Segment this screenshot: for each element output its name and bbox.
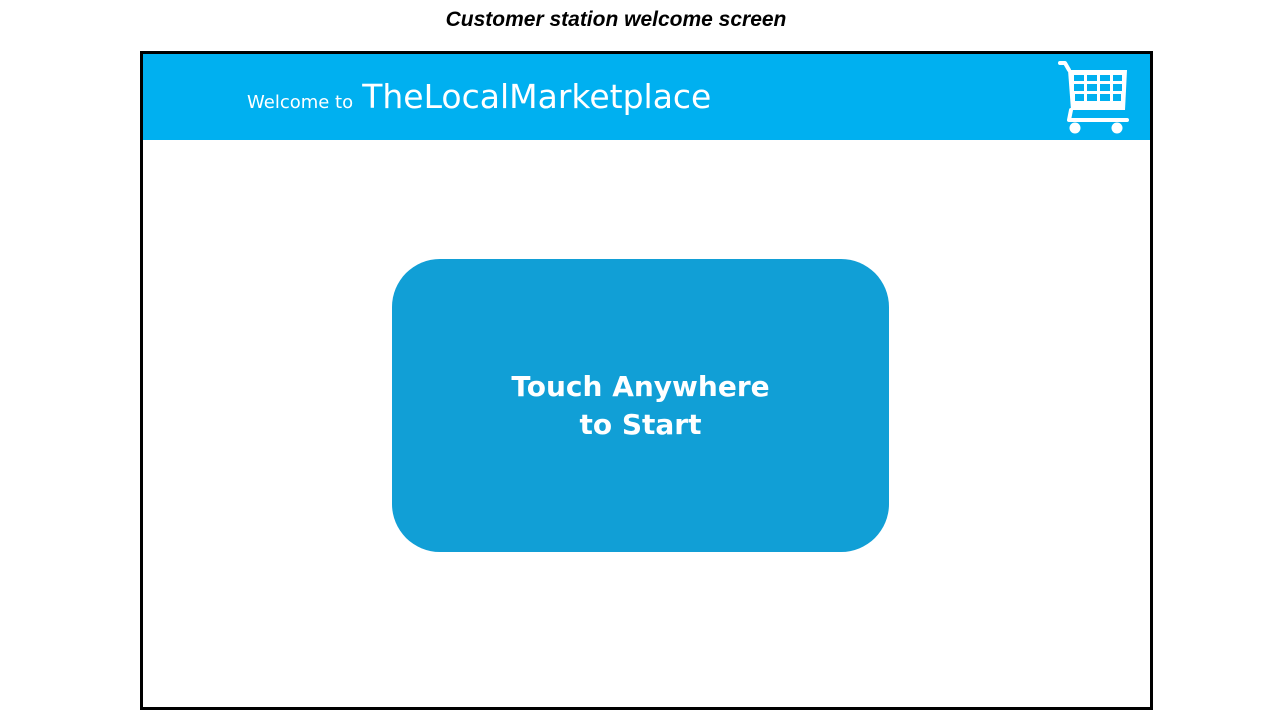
welcome-screen[interactable]: Welcome to TheLocalMarketplace Touch Any… (140, 51, 1153, 710)
page-caption: Customer station welcome screen (445, 8, 787, 31)
start-label-line1: Touch Anywhere (511, 369, 770, 403)
header-bar: Welcome to TheLocalMarketplace (143, 54, 1150, 140)
start-label-line2: to Start (579, 407, 702, 441)
brand-name: TheLocalMarketplace (362, 77, 712, 116)
shopping-cart-icon (1058, 61, 1129, 134)
welcome-prefix: Welcome to (247, 92, 354, 113)
welcome-title: Welcome to TheLocalMarketplace (247, 77, 711, 116)
touch-to-start-button[interactable]: Touch Anywhere to Start (392, 259, 889, 552)
